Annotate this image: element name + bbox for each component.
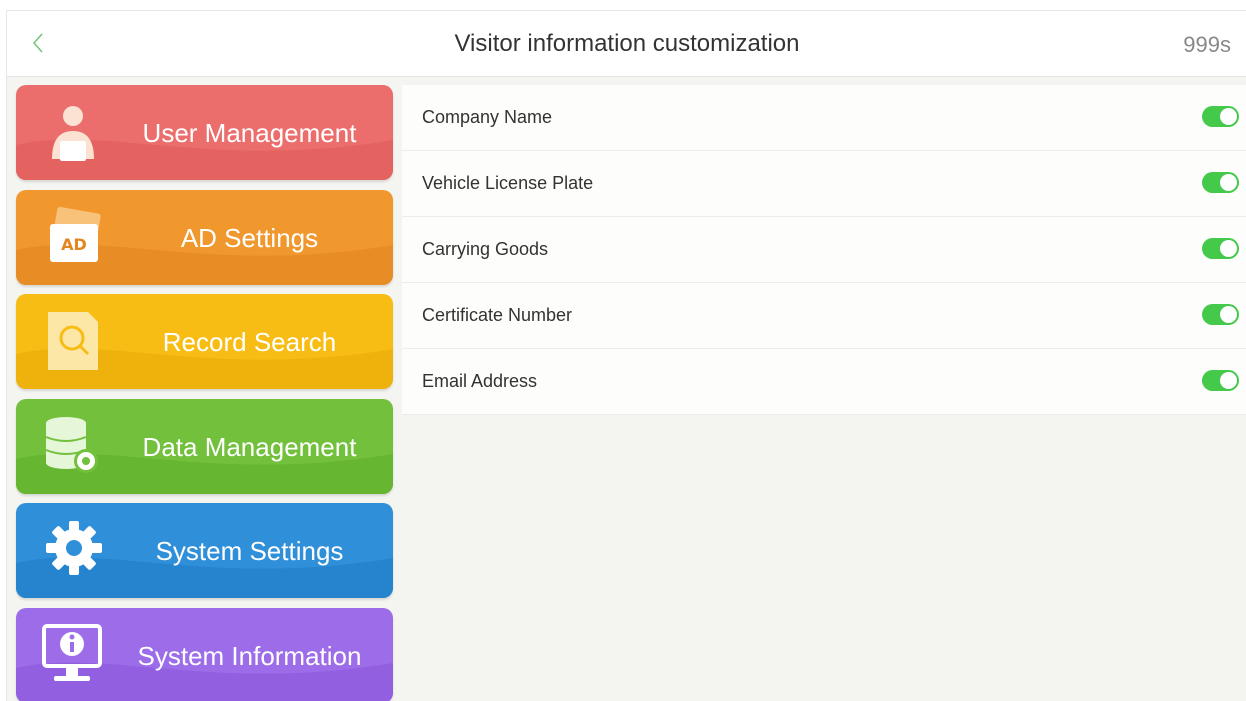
countdown-timer: 999s (1183, 32, 1231, 57)
toggle-knob (1220, 174, 1237, 191)
toggle-knob (1220, 372, 1237, 389)
field-label: Company Name (422, 107, 553, 127)
list-item: Carrying Goods (402, 217, 1246, 283)
menu-label: System Settings (155, 536, 344, 566)
menu-label: AD Settings (180, 222, 319, 253)
field-label: Email Address (422, 371, 538, 391)
menu-ad-settings[interactable]: AD AD Settings (16, 189, 393, 285)
monitor-info-icon (42, 623, 102, 681)
certificate-number-toggle[interactable] (1202, 304, 1239, 325)
field-label: Certificate Number (422, 305, 573, 325)
gear-icon (46, 521, 102, 575)
toggle-knob (1220, 306, 1237, 323)
list-item: Vehicle License Plate (402, 151, 1246, 217)
menu-label: System Information (137, 640, 362, 671)
menu-data-management[interactable]: Data Management (16, 398, 393, 494)
toggle-knob (1220, 240, 1237, 257)
menu-label: User Management (142, 118, 357, 148)
menu-user-management[interactable]: User Management (16, 85, 393, 180)
list-item: Company Name (402, 85, 1246, 151)
menu-label: Data Management (142, 431, 357, 462)
list-item: Email Address (402, 349, 1246, 415)
header-bar: Visitor information customization 999s (7, 11, 1246, 77)
menu-system-settings[interactable]: System Settings (16, 503, 393, 598)
user-icon (52, 106, 94, 161)
sidebar-menu: User Management AD AD Settings Record Se… (16, 85, 393, 701)
field-label: Vehicle License Plate (422, 173, 594, 193)
toggle-knob (1220, 108, 1237, 125)
app-window: Visitor information customization 999s U… (6, 10, 1246, 701)
list-item: Certificate Number (402, 283, 1246, 349)
vehicle-license-plate-toggle[interactable] (1202, 172, 1239, 193)
menu-system-information[interactable]: System Information (16, 607, 393, 701)
search-document-icon (48, 312, 98, 370)
svg-text:AD: AD (61, 235, 87, 254)
company-name-toggle[interactable] (1202, 106, 1239, 127)
ad-icon: AD (50, 206, 101, 262)
menu-record-search[interactable]: Record Search (16, 294, 393, 389)
field-settings-list: Company Name Vehicle License Plate Carry… (402, 85, 1246, 415)
carrying-goods-toggle[interactable] (1202, 238, 1239, 259)
field-label: Carrying Goods (422, 239, 549, 259)
database-gear-icon (45, 416, 98, 473)
page-title: Visitor information customization (454, 30, 800, 57)
email-address-toggle[interactable] (1202, 370, 1239, 391)
menu-label: Record Search (162, 327, 337, 357)
